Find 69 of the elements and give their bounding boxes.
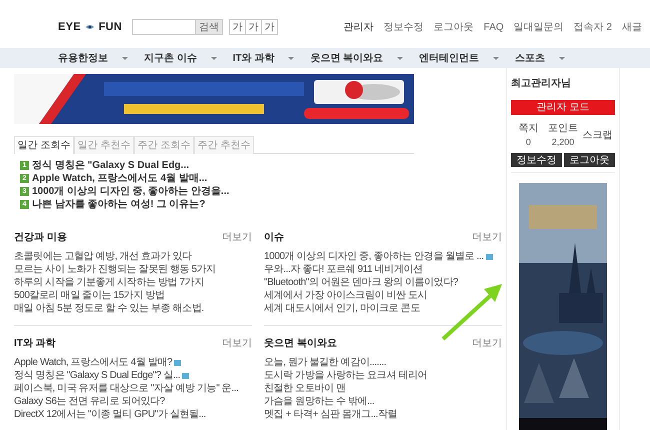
article-link[interactable]: 1000개 이상의 디자인 중, 좋아하는 안경을... [32,184,230,198]
more-link[interactable]: 더보기 [222,336,252,351]
more-link[interactable]: 더보기 [472,336,502,351]
caret-icon [288,56,294,60]
article-link[interactable]: 멧집 + 타격+ 심판 몸개그...작렬 [264,407,398,422]
header-link[interactable]: 일대일문의 [514,20,564,34]
article-link[interactable]: 우와...자 좋다! 포르쉐 911 네비게이션 [264,262,423,277]
stat-value: 2,200 [552,136,574,149]
nav-menu-item[interactable]: 엔터테인먼트 [419,50,500,66]
section-title: 건강과 미용 [14,231,67,245]
article-link[interactable]: DirectX 12에서는 "이종 멀티 GPU"가 실현될... [14,407,206,422]
stat-value: 0 [526,136,531,149]
header-link[interactable]: 관리자 [344,20,374,34]
search-field[interactable] [132,19,196,35]
section-title: 이슈 [264,231,284,245]
article-link[interactable]: 도시락 가방을 사랑하는 요크셔 테리어 [264,368,428,383]
nav-menu-item[interactable]: IT와 과학 [232,50,294,66]
user-greeting: 최고관리자님 [511,77,572,91]
stat-label: 스크랩 [582,128,613,143]
header-link[interactable]: FAQ [484,20,504,34]
article-link[interactable]: 1000개 이상의 디자인 중, 좋아하는 안경을 월별로 ... [264,249,484,264]
font-size-button[interactable]: 가 [245,19,262,35]
nav-menu-item[interactable]: 유용한정보 [58,50,128,66]
article-link[interactable]: 가슴을 원망하는 수 밖에... [264,394,374,409]
font-size-button[interactable]: 가 [229,19,246,35]
account-button[interactable]: 정보수정 [511,152,562,166]
caret-icon [210,56,217,60]
article-link[interactable]: Apple Watch, 프랑스에서도 4월 발매... [32,170,208,186]
logo-text: EYE [58,20,81,35]
search-button[interactable]: 검색 [196,19,223,35]
article-link[interactable]: 페이스북, 미국 유저를 대상으로 "자살 예방 기능" 운... [14,381,238,396]
font-size-button[interactable]: 가 [261,19,278,35]
header-link[interactable]: 로그아웃 [434,20,474,34]
stat-label: 쪽지 [518,122,538,136]
article-link[interactable]: 오늘, 뭔가 불길한 예감이....... [264,355,386,370]
header-link[interactable]: 접속자 2 [574,20,612,34]
article-link[interactable]: "Bluetooth"의 어원은 덴마크 왕의 이름이었다? [264,275,458,290]
nav-menu-item[interactable]: 웃으면 복이와요 [310,50,404,66]
stat-label: 포인트 [548,122,578,136]
admin-mode-button[interactable]: 관리자 모드 [511,100,615,115]
more-link[interactable]: 더보기 [222,230,252,245]
article-link[interactable]: 정식 명칭은 "Galaxy S Dual Edg... [32,158,189,172]
article-link[interactable]: 모르는 사이 노화가 진행되는 잘못된 행동 5가지 [14,262,216,277]
article-link[interactable]: 하루의 시작을 기분좋게 시작하는 방법 7가지 [14,275,204,290]
section-title: 웃으면 복이와요 [264,337,337,351]
tab[interactable]: 일간 조회수 [14,136,74,154]
section-title: IT와 과학 [14,337,56,351]
logo-text: FUN [98,20,122,35]
article-link[interactable]: 초콜릿에는 고혈압 예방, 개선 효과가 있다 [14,249,192,264]
nav-menu-item[interactable]: 스포츠 [515,50,566,66]
caret-icon [397,56,404,60]
nav-menu-item[interactable]: 지구촌 이슈 [144,50,217,66]
article-link[interactable]: Apple Watch, 프랑스에서도 4월 발매? [14,355,172,370]
article-link[interactable]: 세계 대도시에서 인기, 마이크로 콘도 [264,301,420,316]
article-link[interactable]: 매일 아침 5분 정도로 할 수 있는 부종 해소법. [14,301,204,316]
article-link[interactable]: 친절한 오토바이 맨 [264,381,346,396]
header-link[interactable]: 정보수정 [384,20,424,34]
header-link[interactable]: 새글 [622,20,642,34]
article-link[interactable]: 세계에서 가장 아이스크림이 비싼 도시 [264,288,428,303]
caret-icon [559,56,566,60]
eye-icon [84,23,95,31]
caret-icon [122,56,128,60]
caret-icon [493,56,500,60]
article-link[interactable]: 500칼로리 매일 줄이는 15가지 방법 [14,288,165,303]
article-link[interactable]: 정식 명칭은 "Galaxy S Dual Edge"? 실... [14,368,180,383]
account-button[interactable]: 로그아웃 [564,152,615,166]
more-link[interactable]: 더보기 [472,230,502,245]
article-link[interactable]: 나쁜 남자를 좋아하는 여성! 그 이유는? [32,196,206,212]
article-link[interactable]: Galaxy S6는 전면 유리로 되어있다? [14,394,165,409]
